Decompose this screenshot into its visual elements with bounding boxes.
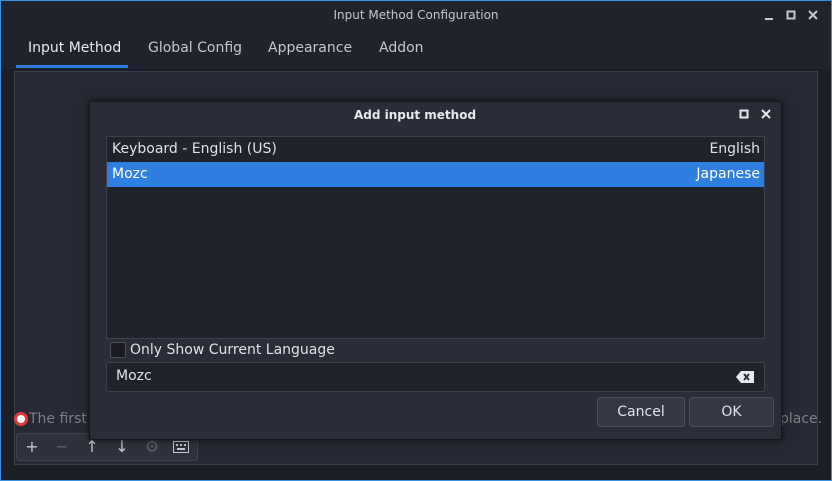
list-item[interactable]: Keyboard - English (US) English [107,137,764,162]
cancel-button[interactable]: Cancel [597,397,685,427]
dialog-maximize-icon[interactable] [737,107,751,121]
tab-input-method[interactable]: Input Method [28,40,121,56]
only-current-language-checkbox[interactable] [110,342,126,358]
window-title: Input Method Configuration [333,8,499,22]
list-item-selected[interactable]: Mozc Japanese [107,162,764,187]
list-item-language: Japanese [696,166,760,182]
ok-button[interactable]: OK [689,397,774,427]
list-item-name: Keyboard - English (US) [112,141,277,157]
close-icon[interactable] [806,8,820,22]
list-item-language: English [709,141,760,157]
help-ring-icon [14,412,28,426]
remove-icon[interactable]: − [48,434,76,460]
add-icon[interactable]: + [18,434,46,460]
tab-appearance[interactable]: Appearance [268,40,352,56]
clear-text-icon[interactable] [736,371,754,383]
minimize-icon[interactable] [762,8,776,22]
only-current-language-label[interactable]: Only Show Current Language [130,342,335,358]
tab-addon[interactable]: Addon [379,40,424,56]
list-item-name: Mozc [112,166,148,182]
dialog-title: Add input method [353,108,477,122]
search-input-value: Mozc [116,368,152,384]
maximize-icon[interactable] [784,8,798,22]
search-input[interactable] [106,362,765,392]
active-tab-indicator [16,65,128,68]
info-note-text: The first i [29,411,96,427]
tab-global-config[interactable]: Global Config [148,40,242,56]
dialog-close-icon[interactable] [759,107,773,121]
info-note-text-end: place. [780,411,823,427]
